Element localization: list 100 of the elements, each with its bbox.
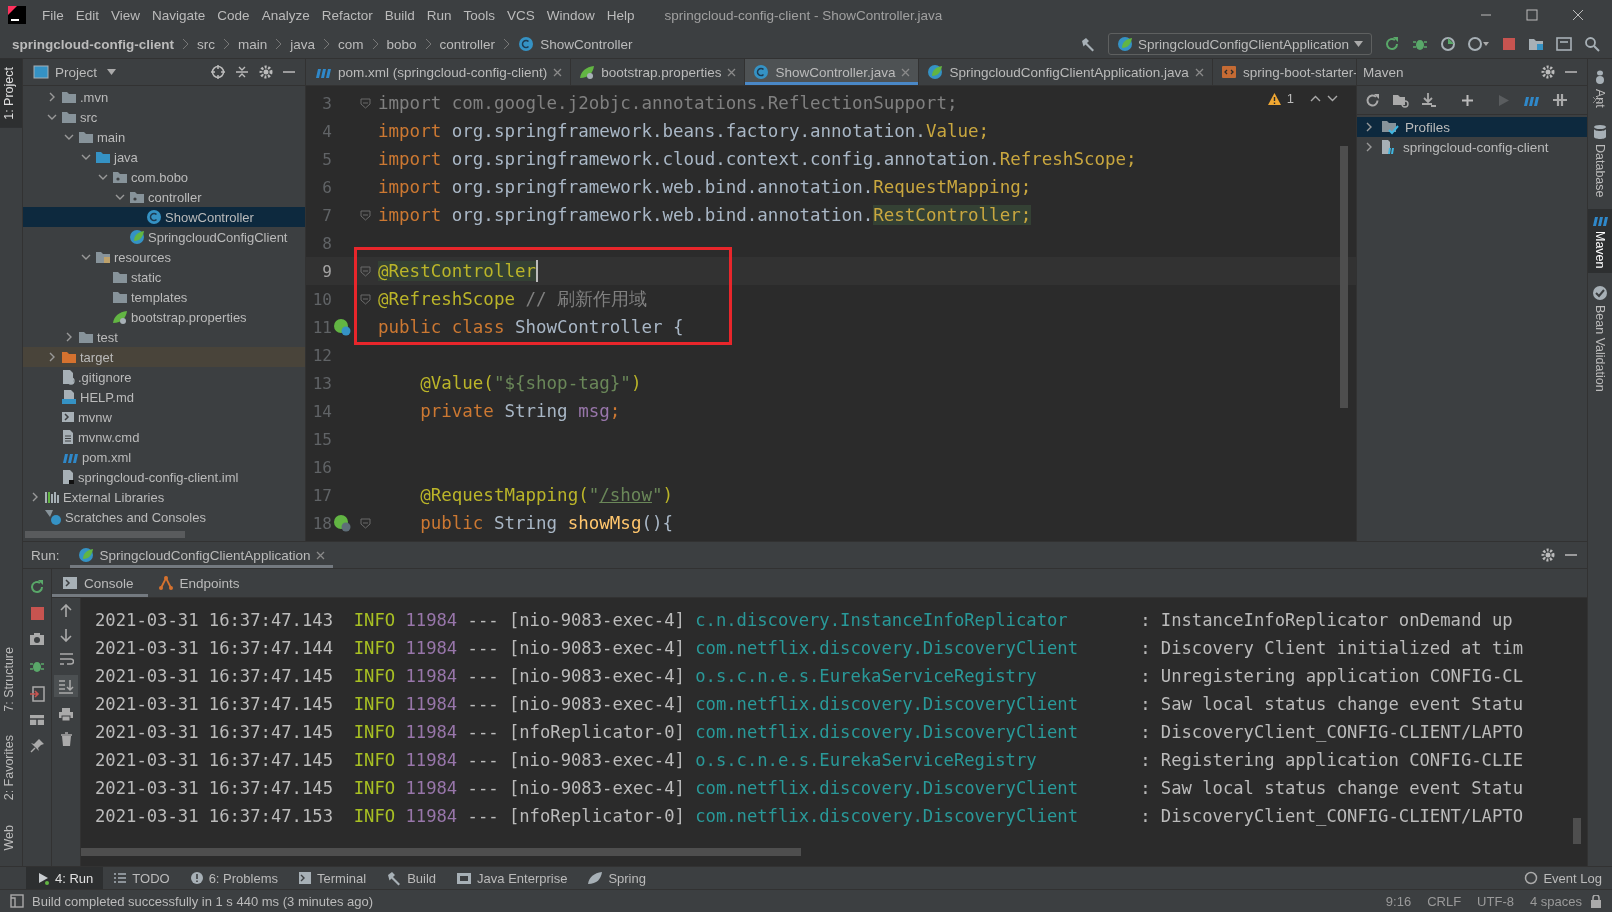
- coverage-icon[interactable]: [1440, 36, 1456, 52]
- menu-item[interactable]: File: [36, 7, 70, 23]
- menu-item[interactable]: Navigate: [146, 7, 212, 23]
- tree-item[interactable]: .mvn: [23, 87, 305, 107]
- close-icon[interactable]: [1194, 67, 1204, 77]
- download-icon[interactable]: [1421, 92, 1437, 108]
- breadcrumb[interactable]: java: [290, 36, 316, 52]
- chevron-right-icon[interactable]: [1365, 142, 1373, 152]
- tool-window-tab[interactable]: Database: [1588, 119, 1612, 202]
- scrollbar-thumb[interactable]: [25, 530, 185, 538]
- chevron-down-icon[interactable]: [47, 113, 57, 121]
- tool-window-tab[interactable]: Web: [0, 816, 22, 858]
- locate-icon[interactable]: [211, 65, 225, 79]
- tree-item[interactable]: mvnw: [23, 407, 305, 427]
- tool-window-tab[interactable]: 6: Problems: [179, 867, 288, 889]
- window-icon[interactable]: [1556, 36, 1572, 52]
- scrollbar-thumb[interactable]: [81, 848, 801, 856]
- menu-item[interactable]: Help: [600, 7, 641, 23]
- chevron-right-icon[interactable]: [31, 492, 39, 502]
- tree-item[interactable]: templates: [23, 287, 305, 307]
- tree-item[interactable]: main: [23, 127, 305, 147]
- logger-name[interactable]: com.netflix.discovery.DiscoveryClient: [695, 806, 1130, 826]
- editor-tab[interactable]: pom.xml (springcloud-config-client): [306, 59, 572, 85]
- hammer-icon[interactable]: [1080, 36, 1097, 52]
- close-icon[interactable]: [553, 67, 563, 77]
- menu-item[interactable]: Run: [420, 7, 458, 23]
- chevron-down-icon[interactable]: [115, 193, 125, 201]
- lock-icon[interactable]: [1590, 894, 1602, 908]
- console-tab[interactable]: Endpoints: [147, 569, 254, 597]
- console-tab[interactable]: Console: [52, 569, 148, 597]
- menu-item[interactable]: Code: [211, 7, 256, 23]
- tree-item[interactable]: pom.xml: [23, 447, 305, 467]
- chevron-down-icon[interactable]: [64, 133, 74, 141]
- tree-item[interactable]: HELP.md: [23, 387, 305, 407]
- run-tab[interactable]: SpringcloudConfigClientApplication: [69, 542, 334, 568]
- soft-wrap-icon[interactable]: [58, 652, 74, 665]
- chevron-right-icon[interactable]: [48, 352, 56, 362]
- tree-item[interactable]: java: [23, 147, 305, 167]
- chevron-down-icon[interactable]: [81, 253, 91, 261]
- caret-icon[interactable]: [107, 69, 117, 75]
- panel-title[interactable]: Project: [55, 64, 98, 80]
- tool-window-tab[interactable]: 4: Run: [26, 867, 104, 889]
- tree-item[interactable]: target: [23, 347, 305, 367]
- stop-icon[interactable]: [1502, 37, 1516, 51]
- chevron-down-icon[interactable]: [1327, 95, 1338, 102]
- chevron-down-icon[interactable]: [81, 153, 91, 161]
- tree-item[interactable]: resources: [23, 247, 305, 267]
- tree-item[interactable]: com.bobo: [23, 167, 305, 187]
- plus-icon[interactable]: [1461, 93, 1474, 107]
- warning-count[interactable]: 1: [1286, 91, 1294, 106]
- settings-icon[interactable]: [1541, 548, 1555, 562]
- tool-window-tab[interactable]: Terminal: [288, 867, 377, 889]
- status-item[interactable]: UTF-8: [1477, 893, 1514, 909]
- tree-item[interactable]: ShowController: [23, 207, 305, 227]
- editor-tab[interactable]: SpringcloudConfigClientApplication.java: [919, 59, 1213, 85]
- scrollbar-thumb[interactable]: [1340, 146, 1348, 408]
- tree-item[interactable]: test: [23, 327, 305, 347]
- layout-icon[interactable]: [29, 714, 45, 726]
- collapse-all-icon[interactable]: [235, 65, 249, 79]
- logger-name[interactable]: c.n.discovery.InstanceInfoReplicator: [695, 610, 1130, 630]
- menu-item[interactable]: Build: [378, 7, 421, 23]
- chevron-up-icon[interactable]: [1310, 95, 1321, 102]
- chevron-down-icon[interactable]: [98, 173, 108, 181]
- tree-item[interactable]: mvnw.cmd: [23, 427, 305, 447]
- tool-window-tab[interactable]: Spring: [577, 867, 656, 889]
- pin-icon[interactable]: [29, 738, 45, 753]
- rerun-icon[interactable]: [29, 579, 45, 595]
- tree-item[interactable]: bootstrap.properties: [23, 307, 305, 327]
- refresh-icon[interactable]: [1365, 92, 1380, 108]
- stop-icon[interactable]: [30, 607, 44, 620]
- tree-item[interactable]: springcloud-config-client.iml: [23, 467, 305, 487]
- breadcrumb[interactable]: ShowController: [540, 36, 633, 52]
- close-icon[interactable]: [727, 67, 737, 77]
- tool-window-tab[interactable]: Build: [376, 867, 447, 889]
- menu-item[interactable]: View: [105, 7, 147, 23]
- tool-window-tab[interactable]: 1: Project: [0, 59, 22, 128]
- fold-icon[interactable]: [359, 517, 371, 529]
- tree-item[interactable]: External Libraries: [23, 487, 305, 507]
- menu-item[interactable]: VCS: [501, 7, 541, 23]
- fold-icon[interactable]: [359, 265, 371, 277]
- settings-icon[interactable]: [1541, 65, 1555, 79]
- logger-name[interactable]: com.netflix.discovery.DiscoveryClient: [695, 722, 1130, 742]
- maximize-icon[interactable]: [1526, 9, 1538, 21]
- close-icon[interactable]: [901, 67, 911, 77]
- breadcrumb[interactable]: src: [197, 36, 215, 52]
- arrow-down-icon[interactable]: [60, 628, 72, 642]
- tree-item[interactable]: Profiles: [1357, 117, 1587, 137]
- tree-item[interactable]: springcloud-config-client: [1357, 137, 1587, 157]
- status-item[interactable]: 9:16: [1385, 893, 1412, 909]
- tool-window-tab[interactable]: Ant: [1588, 65, 1612, 112]
- status-item[interactable]: CRLF: [1427, 893, 1462, 909]
- print-icon[interactable]: [58, 707, 74, 722]
- scrollbar-thumb[interactable]: [1573, 818, 1581, 844]
- warning-icon[interactable]: [1267, 92, 1281, 105]
- menu-item[interactable]: Window: [540, 7, 601, 23]
- logger-name[interactable]: com.netflix.discovery.DiscoveryClient: [695, 778, 1130, 798]
- logger-name[interactable]: o.s.c.n.e.s.EurekaServiceRegistry: [695, 750, 1130, 770]
- tree-item[interactable]: Scratches and Consoles: [23, 507, 305, 527]
- search-icon[interactable]: [1584, 36, 1600, 52]
- tool-window-tab[interactable]: Maven: [1588, 209, 1612, 273]
